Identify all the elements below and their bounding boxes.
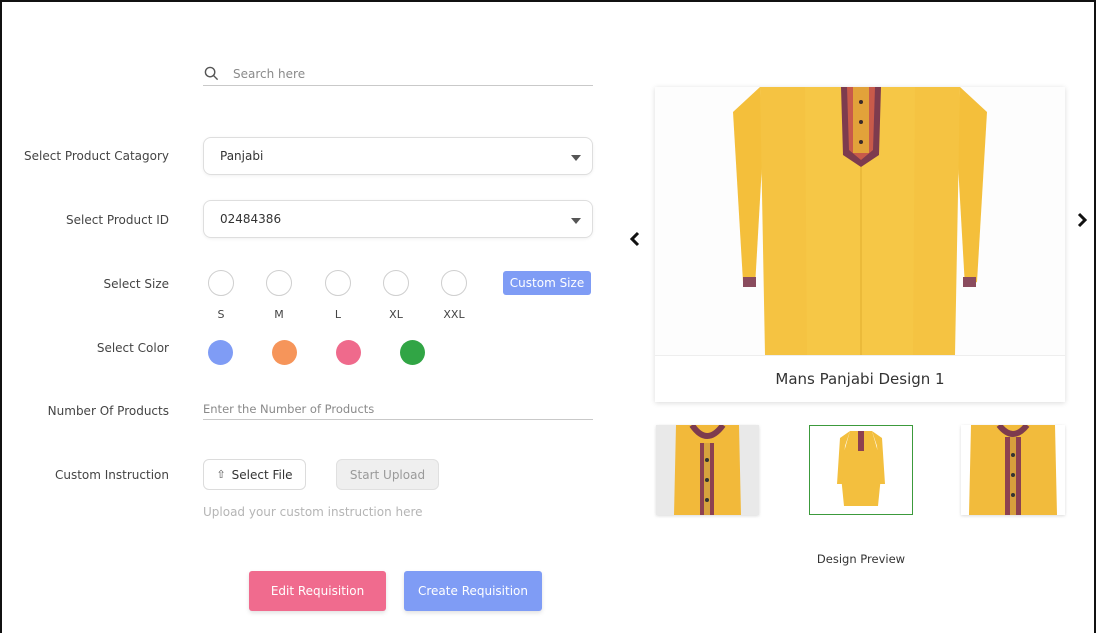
product-image (655, 87, 1065, 355)
size-option-label: L (334, 308, 342, 321)
create-requisition-button[interactable]: Create Requisition (404, 571, 542, 611)
size-option-xxl[interactable] (441, 270, 467, 296)
category-select[interactable]: Panjabi (203, 137, 593, 175)
thumbnail-image (961, 425, 1065, 515)
start-upload-button[interactable]: Start Upload (336, 459, 439, 490)
product-id-label: Select Product ID (66, 213, 169, 227)
thumbnail-image (810, 426, 912, 514)
category-value: Panjabi (220, 149, 264, 163)
chevron-down-icon (571, 218, 581, 224)
size-option-label: S (217, 308, 225, 321)
carousel-next-icon[interactable] (1076, 211, 1088, 233)
thumbnail-1[interactable] (656, 425, 759, 515)
instruction-label: Custom Instruction (54, 468, 169, 482)
search-input[interactable] (233, 66, 573, 81)
search-bar[interactable] (203, 62, 593, 86)
size-option-xl[interactable] (383, 270, 409, 296)
custom-size-button[interactable]: Custom Size (503, 271, 591, 295)
number-field-wrapper (203, 398, 593, 420)
design-preview-label: Design Preview (816, 552, 906, 566)
size-option-label: XL (389, 308, 403, 321)
thumbnail-2[interactable] (809, 425, 913, 515)
color-label: Select Color (96, 341, 169, 355)
product-preview-card: Mans Panjabi Design 1 (655, 87, 1065, 402)
category-label: Select Product Catagory (24, 149, 169, 163)
upload-hint: Upload your custom instruction here (203, 505, 423, 519)
thumbnail-3[interactable] (961, 425, 1065, 515)
size-label: Select Size (103, 277, 169, 291)
color-option-green[interactable] (400, 340, 425, 365)
size-option-label: XXL (443, 308, 465, 321)
search-icon (204, 66, 219, 81)
panjabi-image (733, 87, 987, 355)
number-label: Number Of Products (47, 404, 169, 418)
size-option-s[interactable] (208, 270, 234, 296)
product-id-value: 02484386 (220, 212, 282, 226)
color-option-blue[interactable] (208, 340, 233, 365)
size-option-m[interactable] (266, 270, 292, 296)
size-option-label: M (274, 308, 284, 321)
carousel-prev-icon[interactable] (629, 230, 641, 252)
select-file-label: Select File (231, 467, 293, 482)
chevron-down-icon (571, 155, 581, 161)
color-option-pink[interactable] (336, 340, 361, 365)
thumbnail-image (656, 425, 759, 515)
upload-icon: ⇧ (216, 468, 226, 481)
number-of-products-input[interactable] (203, 402, 593, 416)
product-caption: Mans Panjabi Design 1 (655, 355, 1065, 402)
edit-requisition-button[interactable]: Edit Requisition (249, 571, 386, 611)
color-option-orange[interactable] (272, 340, 297, 365)
size-option-l[interactable] (325, 270, 351, 296)
product-id-select[interactable]: 02484386 (203, 200, 593, 238)
select-file-button[interactable]: ⇧ Select File (203, 459, 306, 490)
